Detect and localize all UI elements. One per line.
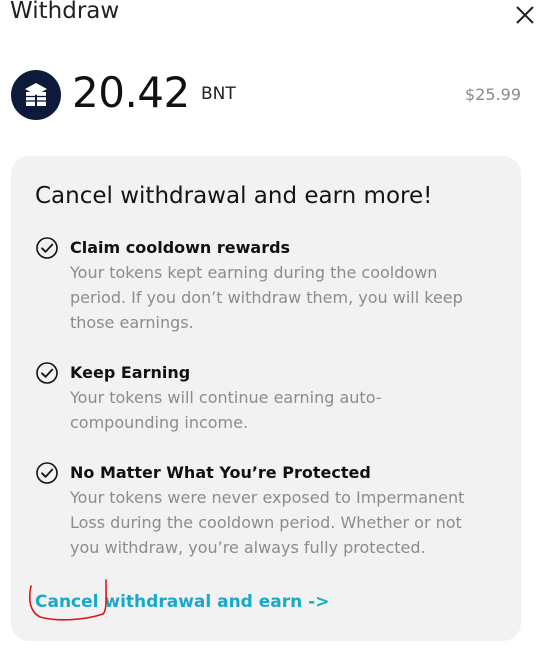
- benefit-description-line: Loss during the cooldown period. Whether…: [70, 513, 462, 532]
- benefit-description-line: Your tokens were never exposed to Imperm…: [70, 488, 465, 507]
- benefit-description: Your tokens kept earning during the cool…: [70, 260, 490, 335]
- cancel-withdrawal-button[interactable]: Cancel withdrawal and earn ->: [35, 590, 329, 614]
- close-icon: [516, 6, 534, 24]
- token-symbol: BNT: [201, 84, 236, 104]
- card-title: Cancel withdrawal and earn more!: [35, 183, 433, 209]
- benefit-description-line: Your tokens kept earning during the cool…: [70, 263, 438, 282]
- fiat-value: $25.99: [465, 85, 521, 104]
- check-circle-icon: [36, 462, 58, 484]
- benefit-description-line: you withdraw, you’re always fully protec…: [70, 538, 426, 557]
- benefit-description: Your tokens were never exposed to Imperm…: [70, 485, 490, 560]
- token-amount: 20.42: [72, 68, 190, 117]
- benefit-description-line: those earnings.: [70, 313, 194, 332]
- benefit-title: Keep Earning: [70, 363, 191, 382]
- cancel-withdrawal-card: Cancel withdrawal and earn more! Claim c…: [11, 156, 521, 641]
- check-circle-icon: [36, 362, 58, 384]
- page-title: Withdraw: [10, 0, 120, 24]
- bancor-logo-icon: [11, 70, 61, 120]
- benefit-description: Your tokens will continue earning auto- …: [70, 385, 490, 435]
- benefit-description-line: Your tokens will continue earning auto-: [70, 388, 382, 407]
- check-circle-icon: [36, 237, 58, 259]
- benefit-title: No Matter What You’re Protected: [70, 463, 371, 482]
- benefit-description-line: period. If you don’t withdraw them, you …: [70, 288, 463, 307]
- benefit-description-line: compounding income.: [70, 413, 249, 432]
- benefit-title: Claim cooldown rewards: [70, 238, 291, 257]
- close-button[interactable]: [510, 0, 537, 30]
